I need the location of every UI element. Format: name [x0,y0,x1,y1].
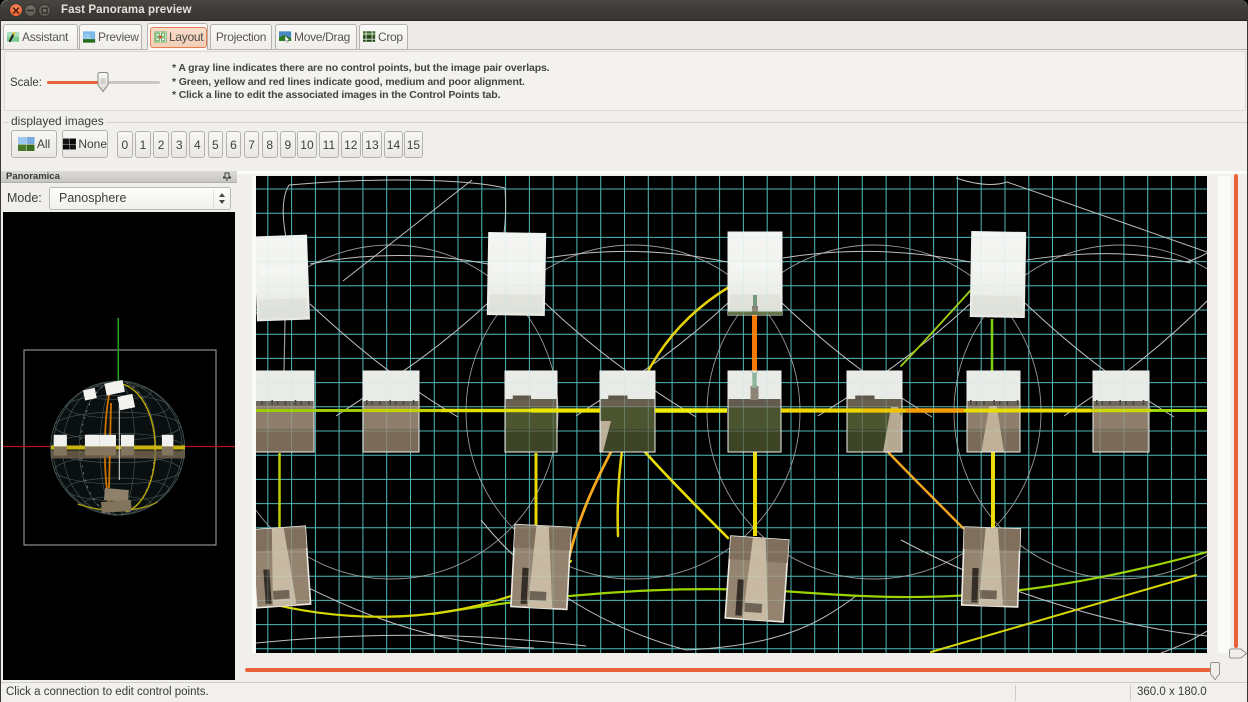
svg-text:GL: GL [84,34,92,40]
